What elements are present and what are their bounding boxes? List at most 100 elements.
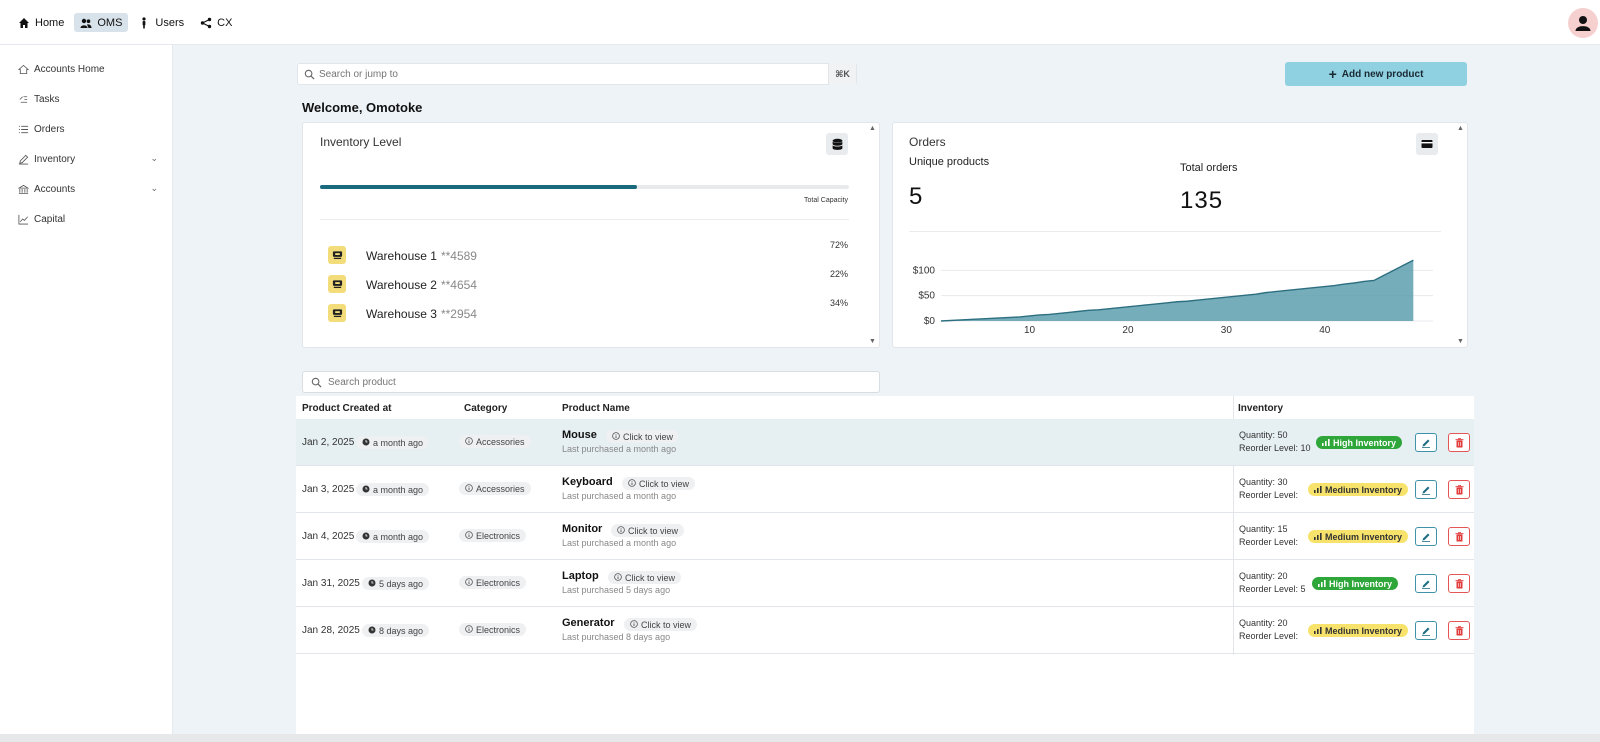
product-name[interactable]: Keyboard bbox=[562, 476, 613, 488]
click-to-view-button[interactable]: Click to view bbox=[611, 524, 685, 537]
scroll-up-icon[interactable]: ▲ bbox=[1457, 125, 1464, 132]
bar-chart-icon bbox=[1314, 485, 1322, 495]
info-icon bbox=[465, 624, 473, 635]
scroll-down-icon[interactable]: ▼ bbox=[1457, 338, 1464, 345]
table-row[interactable]: Jan 31, 2025 5 days ago Electronics Laptop C… bbox=[296, 560, 1474, 607]
info-icon bbox=[465, 577, 473, 588]
chevron-down-icon[interactable]: ⌄ bbox=[150, 183, 158, 194]
card-title: Inventory Level bbox=[320, 135, 402, 149]
header-category[interactable]: Category bbox=[464, 403, 507, 414]
edit-button[interactable] bbox=[1415, 433, 1437, 452]
warehouse-row[interactable]: Warehouse 1 **4589 72% bbox=[328, 240, 848, 266]
edit-button[interactable] bbox=[1415, 480, 1437, 499]
card-scrollbar[interactable]: ▲ ▼ bbox=[867, 123, 879, 347]
table-row[interactable]: Jan 4, 2025 a month ago Electronics Monitor… bbox=[296, 513, 1474, 560]
add-new-product-label: Add new product bbox=[1341, 68, 1424, 80]
sidebar-item-capital[interactable]: Capital bbox=[18, 210, 158, 228]
created-date: Jan 31, 2025 bbox=[302, 578, 360, 589]
nav-users[interactable]: Users bbox=[132, 13, 190, 32]
product-search-input[interactable] bbox=[322, 376, 879, 388]
warehouse-percentage: 22% bbox=[829, 269, 848, 279]
chevron-down-icon[interactable]: ⌄ bbox=[150, 153, 158, 164]
bar-chart-icon bbox=[1322, 438, 1330, 448]
avatar[interactable] bbox=[1568, 8, 1598, 38]
delete-button[interactable] bbox=[1448, 480, 1470, 499]
click-to-view-button[interactable]: Click to view bbox=[624, 618, 698, 631]
click-to-view-button[interactable]: Click to view bbox=[606, 430, 680, 443]
click-to-view-button[interactable]: Click to view bbox=[608, 571, 682, 584]
orders-chart: $0 $50 $100 10 20 30 40 bbox=[913, 259, 1433, 336]
table-row[interactable]: Jan 28, 2025 8 days ago Electronics Generat… bbox=[296, 607, 1474, 654]
edit-button[interactable] bbox=[1415, 621, 1437, 640]
sidebar-item-accounts[interactable]: Accounts ⌄ bbox=[18, 180, 158, 198]
sidebar-item-accounts-home[interactable]: Accounts Home bbox=[18, 60, 158, 78]
warehouse-name: Warehouse 1 **4589 bbox=[366, 249, 477, 263]
database-icon[interactable] bbox=[826, 133, 848, 155]
clock-icon bbox=[368, 579, 376, 589]
scroll-up-icon[interactable]: ▲ bbox=[869, 125, 876, 132]
nav-cx[interactable]: CX bbox=[194, 13, 238, 32]
sidebar-item-inventory[interactable]: Inventory ⌄ bbox=[18, 150, 158, 168]
created-date: Jan 28, 2025 bbox=[302, 625, 360, 636]
divider bbox=[909, 231, 1441, 232]
bar-chart-icon bbox=[1314, 626, 1322, 636]
warehouse-icon bbox=[328, 246, 346, 264]
last-purchased: Last purchased a month ago bbox=[562, 491, 677, 501]
card-scrollbar[interactable]: ▲ ▼ bbox=[1455, 123, 1467, 347]
warehouse-row[interactable]: Warehouse 2 **4654 22% bbox=[328, 269, 848, 295]
table-row[interactable]: Jan 3, 2025 a month ago Accessories Keyboar… bbox=[296, 466, 1474, 513]
header-created[interactable]: Product Created at bbox=[302, 403, 391, 414]
search-input[interactable] bbox=[315, 64, 828, 84]
product-name[interactable]: Laptop bbox=[562, 570, 599, 582]
scroll-down-icon[interactable]: ▼ bbox=[869, 338, 876, 345]
product-name[interactable]: Mouse bbox=[562, 429, 597, 441]
delete-button[interactable] bbox=[1448, 574, 1470, 593]
created-date: Jan 2, 2025 bbox=[302, 437, 355, 448]
header-product-name[interactable]: Product Name bbox=[562, 403, 630, 414]
header-inventory[interactable]: Inventory bbox=[1238, 403, 1283, 414]
delete-button[interactable] bbox=[1448, 527, 1470, 546]
nav-oms[interactable]: OMS bbox=[74, 13, 129, 32]
table-row[interactable]: Jan 2, 2025 a month ago Accessories Mouse Cl… bbox=[296, 419, 1474, 466]
inventory-progress-fill bbox=[320, 185, 638, 189]
total-orders-value: 135 bbox=[1180, 187, 1224, 214]
inventory-progress-bar bbox=[320, 185, 849, 189]
info-icon bbox=[465, 436, 473, 447]
edit-button[interactable] bbox=[1415, 527, 1437, 546]
warehouse-icon bbox=[328, 275, 346, 293]
sidebar-item-label: Tasks bbox=[34, 93, 60, 105]
quantity-info: Quantity: 50 Reorder Level: 10 bbox=[1239, 430, 1311, 453]
info-icon bbox=[465, 530, 473, 541]
product-name[interactable]: Monitor bbox=[562, 523, 602, 535]
welcome-heading: Welcome, Omotoke bbox=[302, 100, 423, 115]
unique-products-value: 5 bbox=[909, 183, 923, 210]
trash-icon bbox=[1455, 578, 1463, 588]
category-badge: Electronics bbox=[459, 576, 527, 589]
trash-icon bbox=[1455, 484, 1463, 494]
bottom-scrollbar[interactable] bbox=[0, 734, 1600, 742]
y-tick-label: $0 bbox=[924, 316, 936, 327]
card-payment-icon[interactable] bbox=[1416, 133, 1438, 155]
delete-button[interactable] bbox=[1448, 433, 1470, 452]
sidebar-item-tasks[interactable]: Tasks bbox=[18, 90, 158, 108]
delete-button[interactable] bbox=[1448, 621, 1470, 640]
inventory-level-card: Inventory Level Total Capacity Warehouse… bbox=[302, 122, 880, 348]
shortcut-badge: ⌘K bbox=[828, 63, 856, 85]
table-header: Product Created at Category Product Name… bbox=[296, 396, 1474, 419]
nav-home-label: Home bbox=[35, 16, 65, 29]
user-avatar-icon bbox=[1575, 16, 1591, 31]
unique-products-label: Unique products bbox=[909, 156, 990, 168]
warehouse-row[interactable]: Warehouse 3 **2954 34% bbox=[328, 298, 848, 324]
product-name[interactable]: Generator bbox=[562, 617, 615, 629]
edit-button[interactable] bbox=[1415, 574, 1437, 593]
clock-icon bbox=[362, 532, 370, 542]
sidebar-item-orders[interactable]: Orders bbox=[18, 120, 158, 138]
products-table: Product Created at Category Product Name… bbox=[296, 396, 1474, 742]
add-new-product-button[interactable]: + Add new product bbox=[1285, 62, 1467, 86]
trash-icon bbox=[1455, 531, 1463, 541]
click-to-view-button[interactable]: Click to view bbox=[622, 477, 696, 490]
nav-home[interactable]: Home bbox=[12, 13, 70, 32]
sidebar-item-label: Capital bbox=[34, 213, 66, 225]
orders-area bbox=[941, 260, 1414, 321]
category-badge: Accessories bbox=[459, 482, 531, 495]
